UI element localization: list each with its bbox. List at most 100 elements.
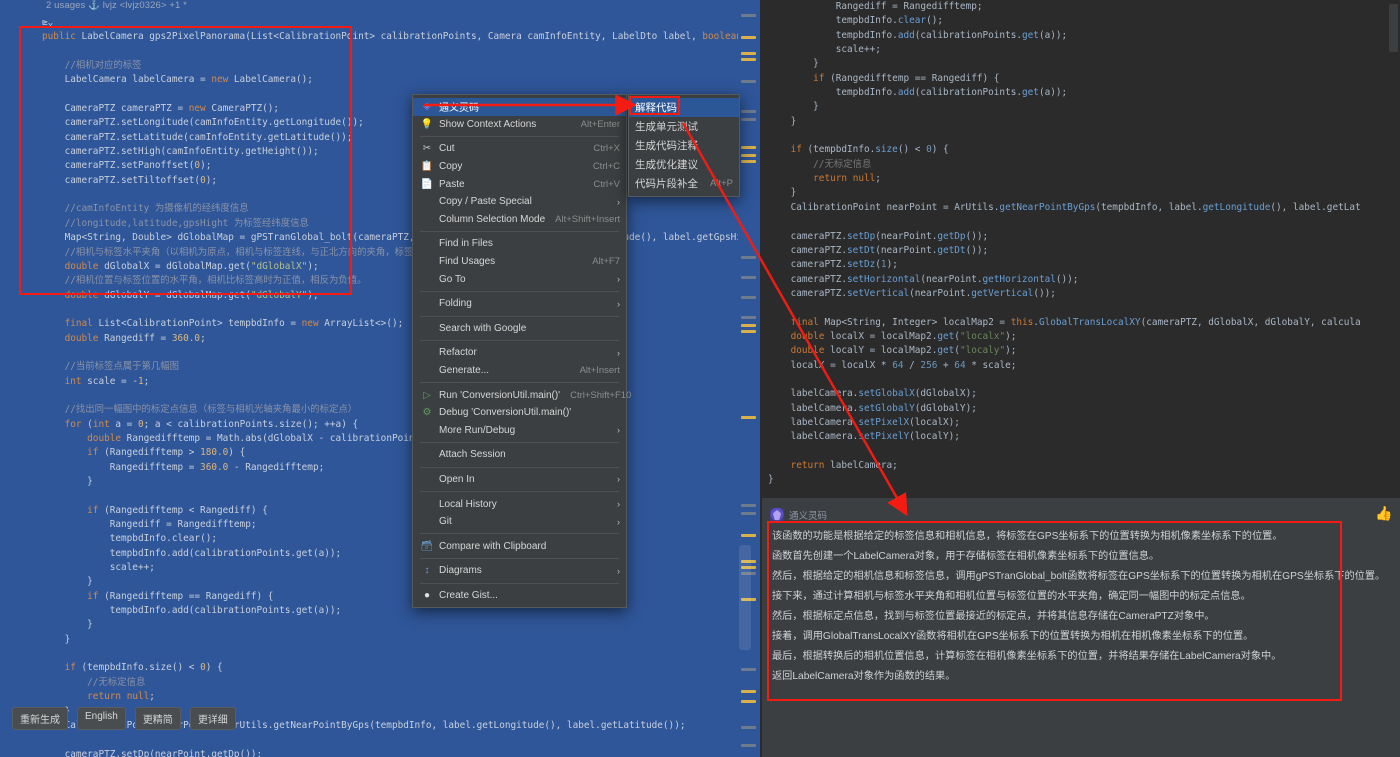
menu-item-diagrams[interactable]: ↕Diagrams› [413,562,626,580]
menu-item-cut[interactable]: ✂CutCtrl+X [413,140,626,158]
menu-item-shortcut: Ctrl+Shift+F10 [560,390,631,401]
menu-item-local-history[interactable]: Local History› [413,495,626,513]
code-line: //longitude,latitude,gpsHight 为标签经纬度信息 [0,217,744,231]
menu-item-label: Show Context Actions [435,119,571,130]
ai-action-buttons[interactable]: 重新生成 English 更精简更详细 [12,707,236,730]
thumbs-up-icon[interactable]: 👍 [1375,506,1391,522]
code-line: } [762,100,1400,114]
code-line: //当前标签点属于第几幅图 [0,360,744,374]
scrollbar-marker [741,110,756,113]
left-scrollbar-thumb[interactable] [739,545,751,650]
menu-item-label: Compare with Clipboard [435,541,620,552]
ai-action-3[interactable]: 更精简 [135,707,181,730]
scrollbar-thumb[interactable] [1389,4,1398,52]
copy-icon: 📋 [419,161,435,172]
code-line: cameraPTZ.setHorizontal(nearPoint.getHor… [762,273,1400,287]
menu-item-open-in[interactable]: Open In› [413,471,626,489]
menu-item-search-with-google[interactable]: Search with Google [413,320,626,338]
menu-item-find-usages[interactable]: Find UsagesAlt+F7 [413,253,626,271]
ai-assistant-panel: 通义灵码 👍 该函数的功能是根据给定的标签信息和相机信息，将标签在GPS坐标系下… [762,497,1400,757]
ai-answer-paragraph: 然后，根据标定点信息，找到与标签位置最接近的标定点，并将其信息存储在Camera… [772,607,1387,627]
submenu-item-4[interactable]: 生成优化建议 [629,155,739,174]
menu-item-compare-with-clipboard[interactable]: 🗃Compare with Clipboard [413,537,626,555]
menu-item-debug-conversionutil-main[interactable]: ⚙Debug 'ConversionUtil.main()' [413,404,626,422]
ide-screenshot-root: 2 usages ⚓ lvjz <lvjz0326> +1 * ⊵⌄public… [0,0,1400,757]
ai-action-2[interactable]: English [77,707,126,730]
scrollbar-marker [741,316,756,319]
code-line [0,303,744,317]
menu-item-label: Copy / Paste Special [435,196,609,207]
submenu-item-3[interactable]: 生成代码注释 [629,136,739,155]
menu-item-label: Refactor [435,347,609,358]
code-line: ⊵⌄ [0,16,744,30]
menu-item-label: Copy [435,161,583,172]
editor-context-menu[interactable]: ◈通义灵码›💡Show Context ActionsAlt+Enter ✂Cut… [412,94,627,608]
code-line: tempbdInfo.add(calibrationPoints.get(a))… [762,86,1400,100]
menu-item-attach-session[interactable]: Attach Session [413,446,626,464]
chevron-right-icon: › [609,517,620,527]
menu-item-git[interactable]: Git› [413,513,626,531]
menu-separator [420,340,619,341]
menu-item-create-gist[interactable]: ●Create Gist... [413,587,626,605]
scrollbar-marker [741,416,756,419]
menu-item-show-context-actions[interactable]: 💡Show Context ActionsAlt+Enter [413,116,626,134]
tongyi-lingma-icon: ◈ [419,101,435,112]
scrollbar-marker [741,534,756,537]
scrollbar-marker [741,58,756,61]
menu-item-copy-paste-special[interactable]: Copy / Paste Special› [413,193,626,211]
code-line: return null; [0,690,744,704]
ai-action-1[interactable]: 重新生成 [12,707,68,730]
menu-item-label: More Run/Debug [435,425,609,436]
code-line: tempbdInfo.add(calibrationPoints.get(a))… [0,547,744,561]
tongyi-lingma-submenu[interactable]: 解释代码生成单元测试生成代码注释生成优化建议代码片段补全Alt+P [628,94,740,197]
ai-answer-text: 该函数的功能是根据给定的标签信息和相机信息，将标签在GPS坐标系下的位置转换为相… [772,527,1387,687]
code-line: Rangedifftemp = 360.0 - Rangedifftemp; [0,461,744,475]
submenu-item-2[interactable]: 生成单元测试 [629,117,739,136]
code-line: //找出同一幅图中的标定点信息（标签与相机光轴夹角最小的标定点） [0,403,744,417]
ai-answer-paragraph: 函数首先创建一个LabelCamera对象，用于存储标签在相机像素坐标系下的位置… [772,547,1387,567]
code-line: } [0,575,744,589]
code-line: tempbdInfo.clear(); [762,14,1400,28]
menu-item-run-conversionutil-main[interactable]: ▷Run 'ConversionUtil.main()'Ctrl+Shift+F… [413,386,626,404]
menu-item-label: Attach Session [435,449,620,460]
code-line: return labelCamera; [762,459,1400,473]
chevron-right-icon: › [609,566,620,576]
right-code-editor[interactable]: Rangediff = Rangedifftemp; tempbdInfo.cl… [762,0,1400,497]
run-icon: ▷ [419,390,435,401]
code-line [0,45,744,59]
code-line: if (Rangedifftemp > 180.0) { [0,446,744,460]
menu-item-label: Create Gist... [435,590,620,601]
menu-item-refactor[interactable]: Refactor› [413,344,626,362]
right-editor-scrollbar[interactable] [1388,0,1400,497]
ai-action-4[interactable]: 更详细 [190,707,236,730]
scrollbar-marker [741,726,756,729]
menu-item-folding[interactable]: Folding› [413,295,626,313]
menu-item-copy[interactable]: 📋CopyCtrl+C [413,158,626,176]
code-line: if (Rangedifftemp == Rangediff) { [762,72,1400,86]
code-line: double Rangediff = 360.0; [0,332,744,346]
scrollbar-marker [741,668,756,671]
code-line: } [0,475,744,489]
code-line: Rangediff = Rangedifftemp; [0,518,744,532]
menu-separator [420,558,619,559]
scrollbar-marker [741,80,756,83]
menu-item-[interactable]: ◈通义灵码› [413,98,626,116]
menu-separator [420,442,619,443]
menu-item-generate[interactable]: Generate...Alt+Insert [413,362,626,380]
code-line: double Rangedifftemp = Math.abs(dGlobalX… [0,432,744,446]
menu-item-label: Open In [435,474,609,485]
code-line: } [0,633,744,647]
menu-item-more-run-debug[interactable]: More Run/Debug› [413,422,626,440]
menu-item-label: Column Selection Mode [435,214,545,225]
submenu-item-5[interactable]: 代码片段补全Alt+P [629,174,739,193]
paste-icon: 📄 [419,179,435,190]
menu-item-find-in-files[interactable]: Find in Files [413,235,626,253]
menu-separator [420,136,619,137]
menu-item-go-to[interactable]: Go To› [413,270,626,288]
menu-item-column-selection-mode[interactable]: Column Selection ModeAlt+Shift+Insert [413,211,626,229]
submenu-item-1[interactable]: 解释代码 [629,98,739,117]
right-code-content[interactable]: Rangediff = Rangedifftemp; tempbdInfo.cl… [762,0,1400,488]
code-line [0,733,744,747]
menu-item-paste[interactable]: 📄PasteCtrl+V [413,175,626,193]
tongyi-lingma-icon [770,508,784,522]
